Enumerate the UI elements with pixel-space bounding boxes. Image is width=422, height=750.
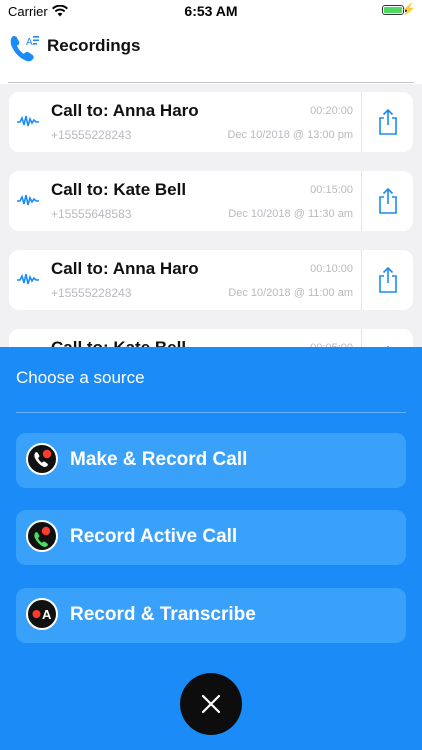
share-icon[interactable] xyxy=(377,108,399,141)
recording-number: +15555648583 xyxy=(51,207,132,221)
waveform-icon xyxy=(17,193,39,212)
record-transcribe-button[interactable]: A Record & Transcribe xyxy=(16,588,406,643)
sheet-title: Choose a source xyxy=(16,368,145,387)
status-bar: Carrier 6:53 AM ⚡ xyxy=(0,0,422,22)
option-label: Record Active Call xyxy=(70,526,238,547)
recording-duration: 00:20:00 xyxy=(310,105,353,117)
svg-text:A: A xyxy=(42,607,52,622)
recording-name: Call to: Anna Haro xyxy=(51,101,199,120)
waveform-icon xyxy=(17,114,39,133)
sheet-divider xyxy=(16,412,406,413)
share-icon[interactable] xyxy=(377,187,399,220)
recording-item[interactable]: Call to: Anna Haro 00:10:00 +15555228243… xyxy=(9,250,413,310)
recording-number: +15555228243 xyxy=(51,286,132,300)
svg-text:A: A xyxy=(26,37,33,48)
recording-item[interactable]: Call to: Anna Haro 00:20:00 +15555228243… xyxy=(9,92,413,152)
recording-name: Call to: Kate Bell xyxy=(51,180,187,199)
card-divider xyxy=(361,92,362,152)
page-title: Recordings xyxy=(47,36,141,55)
app-header: A Recordings xyxy=(0,22,422,84)
card-divider xyxy=(361,250,362,310)
recording-number: +15555228243 xyxy=(51,128,132,142)
close-icon xyxy=(201,694,221,719)
recording-date: Dec 10/2018 @ 13:00 pm xyxy=(227,129,353,141)
recording-date: Dec 10/2018 @ 11:30 am xyxy=(228,208,353,220)
header-divider xyxy=(8,82,414,83)
recording-name: Call to: Anna Haro xyxy=(51,259,199,278)
app-logo-icon: A xyxy=(8,32,40,64)
recording-item[interactable]: Call to: Kate Bell 00:15:00 +15555648583… xyxy=(9,171,413,231)
record-active-call-button[interactable]: Record Active Call xyxy=(16,510,406,565)
option-label: Record & Transcribe xyxy=(70,604,256,625)
share-icon[interactable] xyxy=(377,266,399,299)
phone-record-icon xyxy=(26,443,58,475)
make-record-call-button[interactable]: Make & Record Call xyxy=(16,433,406,488)
option-label: Make & Record Call xyxy=(70,449,248,470)
clock-time: 6:53 AM xyxy=(184,3,238,19)
waveform-icon xyxy=(17,272,39,291)
charging-bolt-icon: ⚡ xyxy=(401,2,416,16)
recording-duration: 00:10:00 xyxy=(310,263,353,275)
recording-duration: 00:15:00 xyxy=(310,184,353,196)
recording-date: Dec 10/2018 @ 11:00 am xyxy=(228,287,353,299)
active-call-record-icon xyxy=(26,520,58,552)
card-divider xyxy=(361,171,362,231)
close-button[interactable] xyxy=(180,673,242,735)
record-transcribe-icon: A xyxy=(26,598,58,630)
